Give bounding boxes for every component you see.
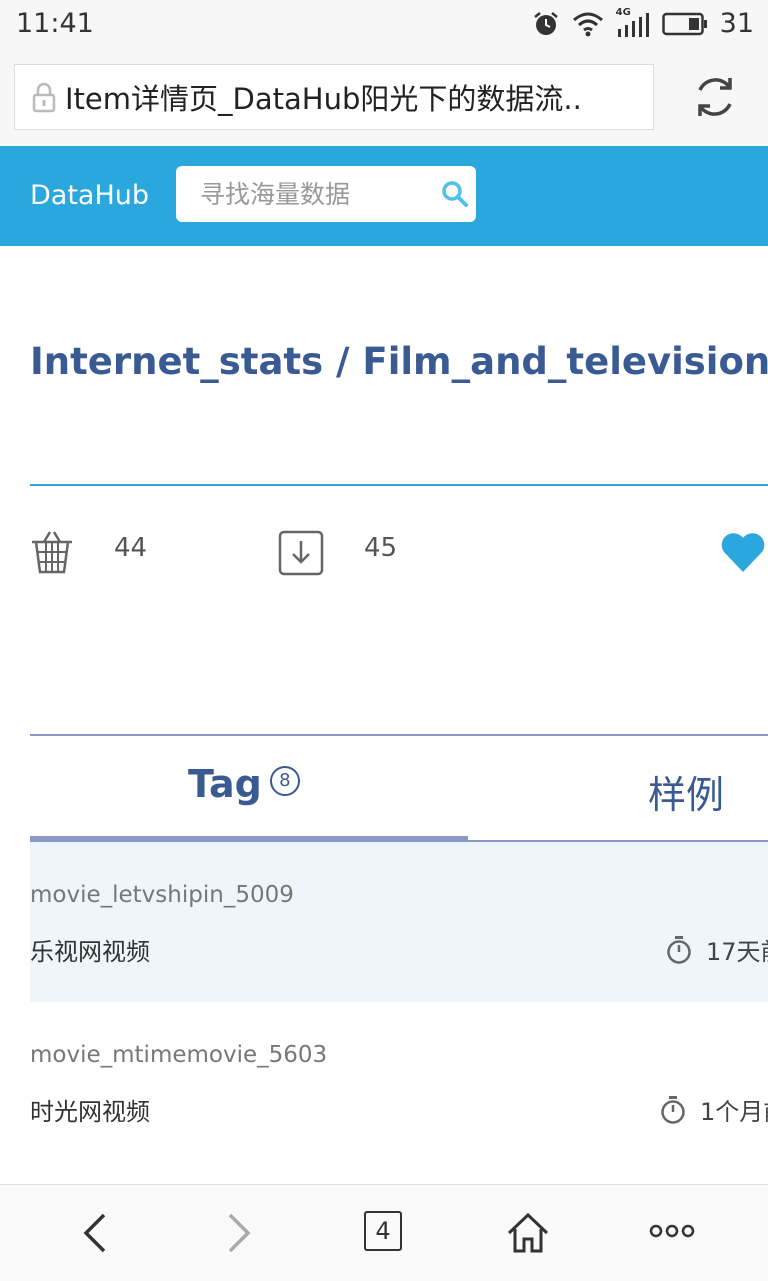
home-icon[interactable] — [506, 1211, 550, 1255]
item-time: 1个月前 — [660, 1092, 768, 1127]
brand-logo[interactable]: DataHub — [30, 180, 149, 211]
search-box — [176, 166, 476, 222]
item-time-text: 1个月前 — [700, 1098, 768, 1126]
battery-icon — [661, 12, 707, 35]
signal-icon — [617, 12, 649, 37]
stopwatch-icon — [661, 1095, 685, 1124]
tab-count-button[interactable]: 4 — [364, 1211, 402, 1251]
cart-count: 44 — [114, 533, 148, 563]
search-input[interactable] — [176, 166, 426, 222]
tab-tag[interactable]: Tag 8 — [188, 762, 300, 806]
download-count: 45 — [364, 533, 398, 563]
browser-bottom-nav: 4 — [0, 1184, 768, 1281]
tabs-top-border — [30, 734, 768, 736]
search-icon[interactable] — [440, 179, 470, 209]
more-icon[interactable] — [648, 1221, 696, 1241]
forward-arrow-icon[interactable] — [224, 1211, 254, 1255]
item-id: movie_letvshipin_5009 — [30, 882, 294, 908]
page-url-title: Item详情页_DataHub阳光下的数据流.. — [65, 82, 582, 116]
status-icons: 4G 31 — [532, 7, 754, 39]
lock-icon — [32, 82, 56, 113]
site-header: DataHub — [0, 146, 768, 246]
page-title: Internet_stats / Film_and_television — [30, 340, 768, 383]
battery-level: 31 — [719, 8, 754, 39]
tag-count-badge: 8 — [269, 766, 300, 796]
refresh-icon[interactable] — [692, 74, 738, 120]
basket-icon[interactable] — [30, 530, 74, 576]
heart-icon[interactable] — [720, 532, 766, 574]
item-name: 乐视网视频 — [30, 938, 150, 966]
item-time: 17天前 — [666, 932, 768, 967]
item-id: movie_mtimemovie_5603 — [30, 1042, 328, 1068]
list-item[interactable]: movie_mtimemovie_5603 时光网视频 1个月前 — [30, 1002, 768, 1162]
tab-sample[interactable]: 样例 — [648, 764, 724, 819]
address-bar[interactable]: Item详情页_DataHub阳光下的数据流.. — [14, 64, 654, 130]
item-name: 时光网视频 — [30, 1098, 150, 1126]
item-time-text: 17天前 — [706, 938, 768, 966]
download-icon[interactable] — [278, 530, 324, 576]
status-time: 11:41 — [16, 8, 94, 39]
signal-indicator: 4G — [616, 7, 650, 39]
browser-toolbar: Item详情页_DataHub阳光下的数据流.. — [0, 50, 768, 146]
alarm-icon — [533, 11, 558, 35]
back-arrow-icon[interactable] — [80, 1211, 110, 1255]
title-divider — [30, 484, 768, 486]
stopwatch-icon — [667, 935, 691, 964]
status-bar: 11:41 4G 31 — [0, 0, 768, 50]
tab-tag-label: Tag — [188, 762, 262, 806]
wifi-icon — [572, 12, 603, 36]
list-item[interactable]: movie_letvshipin_5009 乐视网视频 17天前 — [30, 842, 768, 1002]
